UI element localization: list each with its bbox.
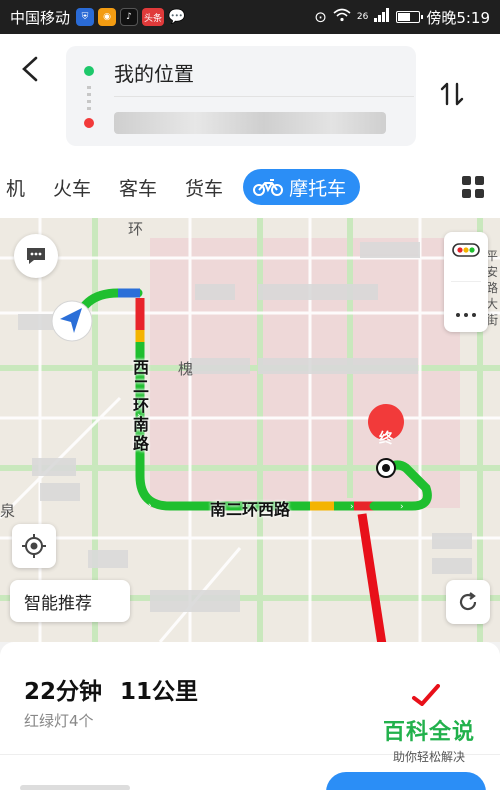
back-button[interactable] [14, 52, 48, 86]
chevron-left-icon [22, 56, 38, 82]
toutiao-badge-text: 头条 [144, 13, 163, 24]
svg-text:›: › [400, 502, 404, 512]
current-location-marker [51, 300, 93, 342]
grid-icon-cell [462, 189, 471, 198]
watermark-check-icon [412, 684, 440, 706]
locate-button[interactable] [12, 524, 56, 568]
battery-icon [396, 11, 424, 23]
grid-icon-cell [475, 189, 484, 198]
more-options-button[interactable] [455, 303, 477, 322]
locate-icon [22, 534, 46, 558]
map-label-fragment: 槐 [178, 360, 194, 378]
message-icon [27, 248, 45, 264]
tab-plane[interactable]: 机 [0, 174, 39, 201]
map-view[interactable]: › › › › 西二环南路 南二环西路 环 槐 泉 平安路大街 终 智能推荐 [0, 218, 500, 642]
status-bar: 中国移动 ⛨ ◉ ♪ 头条 💬 ⊙ 26 傍晚5:19 [0, 0, 500, 34]
origin-field[interactable]: 我的位置 [114, 58, 194, 87]
wifi-icon [333, 8, 351, 26]
traffic-light-icon [452, 243, 480, 257]
smart-recommend-label: 智能推荐 [24, 593, 92, 614]
map-label-fragment: 平安路大街 [486, 249, 499, 327]
svg-text:›: › [148, 501, 152, 511]
map-label-fragment: 环 [128, 220, 144, 238]
tab-label: 摩托车 [289, 177, 347, 200]
watermark-title: 百科全说 [382, 720, 475, 745]
tiktok-icon: ♪ [120, 8, 139, 26]
bottom-row-blurred [20, 785, 130, 790]
tab-motorcycle[interactable]: 摩托车 [243, 169, 361, 205]
chat-icon: 💬 [168, 9, 186, 25]
tab-label: 货车 [185, 177, 224, 200]
route-header: 我的位置 [0, 34, 500, 156]
more-dots-icon [456, 312, 476, 317]
route-connector [87, 86, 91, 110]
location-icon: ⊙ [314, 8, 327, 26]
tab-label: 火车 [53, 177, 92, 200]
destination-dot [84, 118, 94, 128]
start-navigation-button[interactable] [326, 772, 486, 790]
more-modes-button[interactable] [462, 176, 484, 198]
camera-icon: ◉ [98, 8, 117, 26]
swap-route-button[interactable] [434, 76, 470, 112]
message-button[interactable] [14, 234, 58, 278]
transport-tabs: 机 火车 客车 货车 摩托车 [0, 156, 500, 218]
destination-field[interactable] [114, 112, 386, 134]
clock: 傍晚5:19 [426, 8, 490, 27]
map-tools-panel [444, 232, 488, 332]
tab-label: 客车 [119, 177, 158, 200]
map-label-fragment: 泉 [0, 502, 16, 520]
route-summary-panel[interactable]: 22分钟 11公里 红绿灯4个 百科全说 助你轻松解决 [0, 642, 500, 790]
route-distance: 11公里 [120, 679, 199, 705]
road-label-south-ring: 南二环西路 [210, 500, 291, 519]
network-type: 26 [356, 12, 369, 22]
tab-truck[interactable]: 货车 [171, 174, 237, 201]
smart-recommend-button[interactable]: 智能推荐 [10, 580, 130, 622]
end-marker-label: 终 [379, 431, 393, 447]
tab-coach[interactable]: 客车 [105, 174, 171, 201]
road-label-west-ring: 西二环南路 [132, 358, 149, 453]
tools-divider [451, 281, 481, 283]
signal-icon [374, 8, 390, 26]
watermark: 百科全说 助你轻松解决 [364, 684, 494, 765]
origin-dot [84, 66, 94, 76]
traffic-lights-count: 红绿灯4个 [24, 712, 94, 730]
map-canvas: ›› › › [0, 218, 500, 642]
refresh-button[interactable] [446, 580, 490, 624]
grid-icon [462, 176, 471, 185]
traffic-layer-button[interactable] [452, 242, 480, 261]
motorcycle-icon [253, 179, 284, 196]
route-duration: 22分钟 [24, 679, 103, 705]
grid-icon-cell [475, 176, 484, 185]
watermark-subtitle: 助你轻松解决 [392, 750, 465, 764]
refresh-icon [459, 592, 477, 611]
field-divider [114, 96, 414, 97]
annotation-arrow [357, 513, 387, 642]
tab-label: 机 [6, 177, 26, 200]
tab-train[interactable]: 火车 [39, 174, 105, 201]
toutiao-icon: 头条 [142, 8, 165, 26]
shield-icon: ⛨ [76, 8, 95, 26]
swap-icon [440, 82, 464, 106]
route-duration-distance: 22分钟 11公里 [24, 672, 198, 706]
carrier-name: 中国移动 [10, 8, 71, 27]
route-input-box: 我的位置 [66, 46, 416, 146]
svg-text:›: › [350, 502, 354, 512]
